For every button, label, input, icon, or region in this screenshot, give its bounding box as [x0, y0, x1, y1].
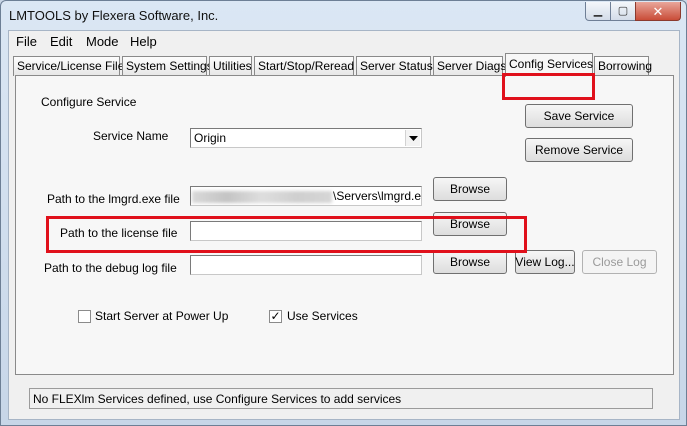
tab-system-settings[interactable]: System Settings [122, 56, 213, 76]
config-services-panel: Configure Service Service Name Origin Sa… [15, 75, 674, 375]
configure-service-label: Configure Service [41, 95, 137, 109]
tab-strip: Service/License File System Settings Uti… [9, 53, 679, 100]
close-button[interactable]: ✕ [635, 2, 681, 21]
browse-lmgrd-button[interactable]: Browse [433, 177, 507, 201]
lmgrd-path-field[interactable]: \Servers\lmgrd.exe [190, 186, 422, 206]
window-title: LMTOOLS by Flexera Software, Inc. [9, 8, 219, 23]
lmgrd-path-label: Path to the lmgrd.exe file [47, 192, 180, 206]
status-bar: No FLEXlm Services defined, use Configur… [29, 388, 653, 409]
client-area: File Edit Mode Help Service/License File… [8, 30, 680, 420]
tab-highlight-box [502, 73, 595, 100]
service-name-label: Service Name [93, 129, 169, 143]
tab-server-diags[interactable]: Server Diags [433, 56, 506, 76]
app-window: LMTOOLS by Flexera Software, Inc. ▁ ▢ ✕ … [0, 0, 687, 426]
menu-bar: File Edit Mode Help [9, 31, 679, 52]
minimize-button[interactable]: ▁ [585, 2, 611, 21]
tab-borrowing[interactable]: Borrowing [594, 56, 652, 76]
minimize-icon: ▁ [593, 4, 603, 17]
view-log-button[interactable]: View Log... [515, 250, 575, 274]
tab-server-status[interactable]: Server Status [356, 56, 433, 76]
tab-service-license-file[interactable]: Service/License File [13, 56, 124, 76]
tab-utilities[interactable]: Utilities [209, 56, 252, 76]
close-icon: ✕ [652, 3, 664, 19]
debug-log-label: Path to the debug log file [44, 261, 177, 275]
menu-help[interactable]: Help [130, 34, 157, 49]
debug-log-field[interactable] [190, 255, 422, 275]
redacted-path-blur [192, 190, 332, 203]
chevron-down-icon[interactable] [405, 130, 420, 146]
maximize-button[interactable]: ▢ [610, 2, 636, 21]
maximize-icon: ▢ [617, 4, 629, 17]
use-services-label: Use Services [287, 309, 358, 323]
browse-debug-log-button[interactable]: Browse [433, 250, 507, 274]
menu-file[interactable]: File [16, 34, 37, 49]
save-service-button[interactable]: Save Service [525, 104, 633, 128]
checkmark-icon: ✓ [270, 309, 281, 323]
lmgrd-highlight-box [46, 216, 527, 253]
service-name-value: Origin [194, 131, 227, 145]
tab-start-stop-reread[interactable]: Start/Stop/Reread [254, 56, 354, 76]
remove-service-button[interactable]: Remove Service [525, 138, 633, 162]
close-log-button[interactable]: Close Log [582, 250, 657, 274]
service-name-combo[interactable]: Origin [190, 128, 422, 148]
title-bar: LMTOOLS by Flexera Software, Inc. ▁ ▢ ✕ [1, 1, 686, 29]
menu-mode[interactable]: Mode [86, 34, 119, 49]
menu-edit[interactable]: Edit [50, 34, 72, 49]
use-services-checkbox[interactable]: ✓ [269, 310, 282, 323]
lmgrd-path-value: \Servers\lmgrd.exe [333, 189, 422, 203]
start-at-power-up-checkbox[interactable] [78, 310, 91, 323]
start-at-power-up-label: Start Server at Power Up [95, 309, 229, 323]
